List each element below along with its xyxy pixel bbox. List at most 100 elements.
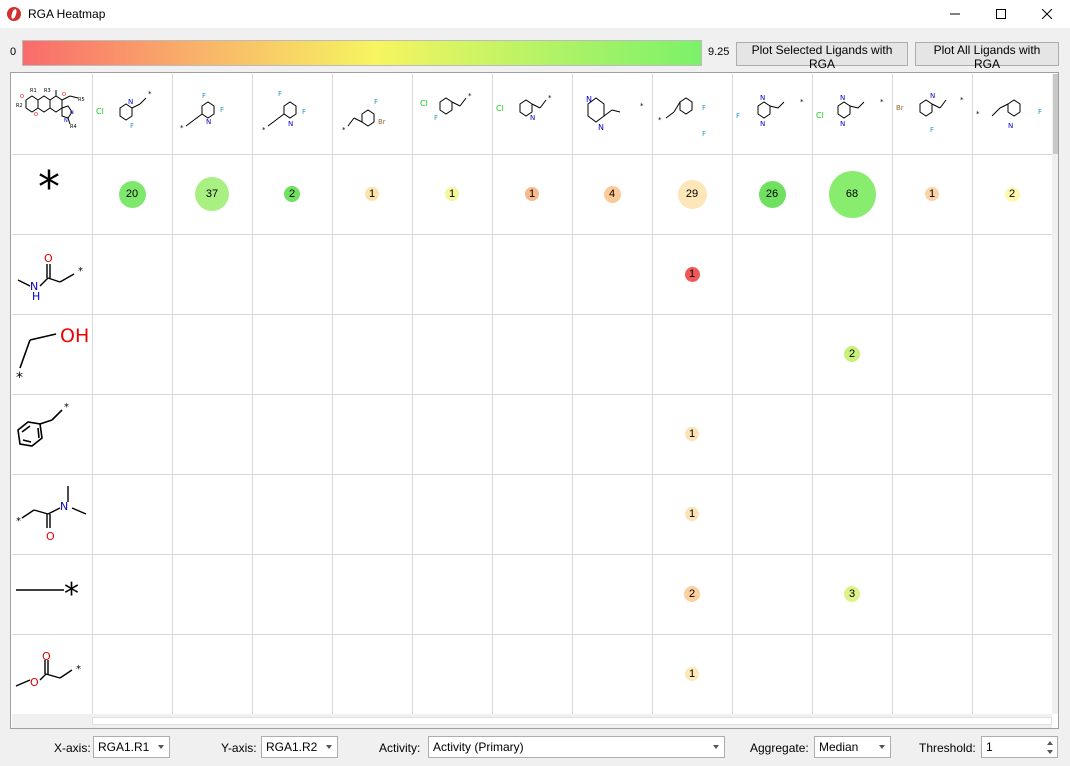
ligand-col-bromo-fluoro-pyridylmethyl[interactable]: Br N F * xyxy=(892,74,972,154)
svg-text:N: N xyxy=(60,500,68,513)
grid-line xyxy=(12,554,1052,555)
ligand-col-chloro-fluoro-benzyl[interactable]: Cl F * xyxy=(412,74,492,154)
pyrazine-icon: N N * xyxy=(586,95,644,132)
ligand-col-chloro-pyrimidinylmethyl[interactable]: Cl N N * xyxy=(812,74,892,154)
ligand-col-bromo-fluoro-benzyl[interactable]: F Br * xyxy=(332,74,412,154)
row-header-methyl-acetate[interactable]: O O * xyxy=(12,634,92,714)
grid-line xyxy=(12,394,1052,395)
svg-text:N: N xyxy=(930,92,935,100)
ligand-col-fluoro-pyridylmethyl-a[interactable]: F F N * xyxy=(172,74,252,154)
heatmap-cell-bubble[interactable]: 4 xyxy=(603,185,621,203)
svg-text:R2: R2 xyxy=(16,103,23,109)
svg-text:N: N xyxy=(586,95,592,104)
svg-text:F: F xyxy=(434,114,438,122)
heatmap-cell-bubble[interactable]: 1 xyxy=(685,427,699,441)
heatmap-cell-bubble[interactable]: 29 xyxy=(677,179,707,209)
aggregate-value: Median xyxy=(819,740,859,754)
threshold-spinbox[interactable]: 1 xyxy=(981,736,1058,758)
chevron-down-icon xyxy=(879,745,885,749)
methyl-acetate-icon: O O * xyxy=(15,650,81,689)
row-header-benzyl[interactable]: * xyxy=(12,394,92,474)
heatmap-cell-bubble[interactable]: 68 xyxy=(828,170,876,218)
aggregate-label: Aggregate: xyxy=(750,741,809,755)
svg-text:H: H xyxy=(32,290,40,303)
svg-text:*: * xyxy=(16,370,23,386)
vertical-scrollbar[interactable] xyxy=(1052,74,1058,714)
chevron-down-icon xyxy=(326,745,332,749)
svg-text:N: N xyxy=(1008,122,1013,130)
row-header-hydroxyethyl[interactable]: OH * xyxy=(12,314,92,394)
svg-text:F: F xyxy=(220,106,224,114)
svg-text:O: O xyxy=(20,94,24,100)
heatmap-cell-bubble[interactable]: 2 xyxy=(284,186,300,202)
svg-text:N: N xyxy=(530,114,535,122)
grid-line xyxy=(12,154,1052,155)
activity-select[interactable]: Activity (Primary) xyxy=(428,736,725,758)
svg-text:*: * xyxy=(658,116,662,124)
minimize-button[interactable] xyxy=(932,0,978,28)
spin-down-icon[interactable] xyxy=(1047,750,1053,754)
svg-text:*: * xyxy=(16,516,21,527)
fluoro-pyridine-icon: F F N * xyxy=(180,92,224,132)
ligand-col-fluoro-pyridylmethyl-b[interactable]: F N * xyxy=(972,74,1052,154)
row-header-n-n-dimethylacetamide[interactable]: N O * xyxy=(12,474,92,554)
x-axis-select[interactable]: RGA1.R1 xyxy=(93,736,170,758)
x-axis-value: RGA1.R1 xyxy=(98,740,150,754)
app-logo-icon xyxy=(7,7,21,21)
chloro-pyrimidine-icon: Cl N N * xyxy=(816,94,884,128)
core-scaffold-structure[interactable]: R1 R3 R2 R5 R4 O O O NN xyxy=(12,74,92,154)
row-header-methyl[interactable]: * xyxy=(12,554,92,634)
heatmap-cell-bubble[interactable]: 1 xyxy=(365,187,379,201)
horizontal-scroll-thumb[interactable] xyxy=(92,717,1052,725)
heatmap-grid[interactable]: R1 R3 R2 R5 R4 OOO NN Cl N F * F F N * F… xyxy=(10,72,1059,729)
heatmap-cell-bubble[interactable]: 1 xyxy=(525,187,539,201)
y-axis-select[interactable]: RGA1.R2 xyxy=(261,736,338,758)
svg-text:*: * xyxy=(342,126,346,134)
bromo-fluoro-benzene-icon: F Br * xyxy=(342,98,386,134)
ligand-col-fluoro-dihydropyridylmethyl[interactable]: F F N * xyxy=(252,74,332,154)
heatmap-cell-bubble[interactable]: 37 xyxy=(195,177,229,211)
horizontal-scrollbar[interactable] xyxy=(12,714,1052,728)
ligand-col-chloro-fluoro-pyridylmethyl[interactable]: Cl N F * xyxy=(92,74,172,154)
close-button[interactable] xyxy=(1024,0,1070,28)
svg-text:*: * xyxy=(64,577,79,612)
threshold-value: 1 xyxy=(986,740,993,754)
fluoro-pyrimidine-icon: F N N * xyxy=(736,94,804,128)
bromo-fluoro-pyridine-icon: Br N F * xyxy=(896,92,964,134)
heatmap-cell-bubble[interactable]: 1 xyxy=(684,266,700,282)
heatmap-cell-bubble[interactable]: 3 xyxy=(844,586,860,602)
heatmap-cell-bubble[interactable]: 1 xyxy=(685,507,699,521)
heatmap-cell-bubble[interactable]: 2 xyxy=(1004,186,1020,202)
svg-text:O: O xyxy=(62,92,66,98)
spin-up-icon[interactable] xyxy=(1047,741,1053,745)
heatmap-cell-bubble[interactable]: 20 xyxy=(118,180,146,208)
maximize-icon xyxy=(996,9,1006,19)
svg-text:O: O xyxy=(30,676,39,689)
svg-text:*: * xyxy=(640,102,644,110)
maximize-button[interactable] xyxy=(978,0,1024,28)
aggregate-select[interactable]: Median xyxy=(814,736,891,758)
heatmap-cell-bubble[interactable]: 26 xyxy=(758,180,786,208)
vertical-scroll-thumb[interactable] xyxy=(1053,74,1058,154)
heatmap-cell-bubble[interactable]: 1 xyxy=(925,187,939,201)
difluoro-benzene-icon: F F * xyxy=(658,97,706,138)
grid-line xyxy=(12,234,1052,235)
ligand-col-difluoro-benzyl[interactable]: F F * xyxy=(652,74,732,154)
plot-selected-ligands-button[interactable]: Plot Selected Ligands with RGA xyxy=(736,42,908,71)
hydroxyethyl-icon: OH * xyxy=(16,325,89,386)
ligand-col-chloro-pyridylmethyl[interactable]: Cl N * xyxy=(492,74,572,154)
ligand-col-fluoro-pyrimidinylmethyl[interactable]: F N N * xyxy=(732,74,812,154)
heatmap-cell-bubble[interactable]: 2 xyxy=(844,346,860,362)
svg-text:Cl: Cl xyxy=(816,111,824,120)
heatmap-cell-bubble[interactable]: 2 xyxy=(684,586,700,602)
svg-text:Br: Br xyxy=(896,104,904,112)
heatmap-cell-bubble[interactable]: 1 xyxy=(445,187,459,201)
plot-all-ligands-button[interactable]: Plot All Ligands with RGA xyxy=(915,42,1059,71)
asterisk-label: * xyxy=(38,162,60,213)
svg-text:F: F xyxy=(1038,108,1042,116)
svg-text:*: * xyxy=(468,92,472,100)
row-header-hydrogen[interactable]: * xyxy=(12,154,92,234)
heatmap-cell-bubble[interactable]: 1 xyxy=(685,667,699,681)
ligand-col-pyrazinylmethyl[interactable]: N N * xyxy=(572,74,652,154)
row-header-n-methylacetamide[interactable]: O N H * xyxy=(12,234,92,314)
